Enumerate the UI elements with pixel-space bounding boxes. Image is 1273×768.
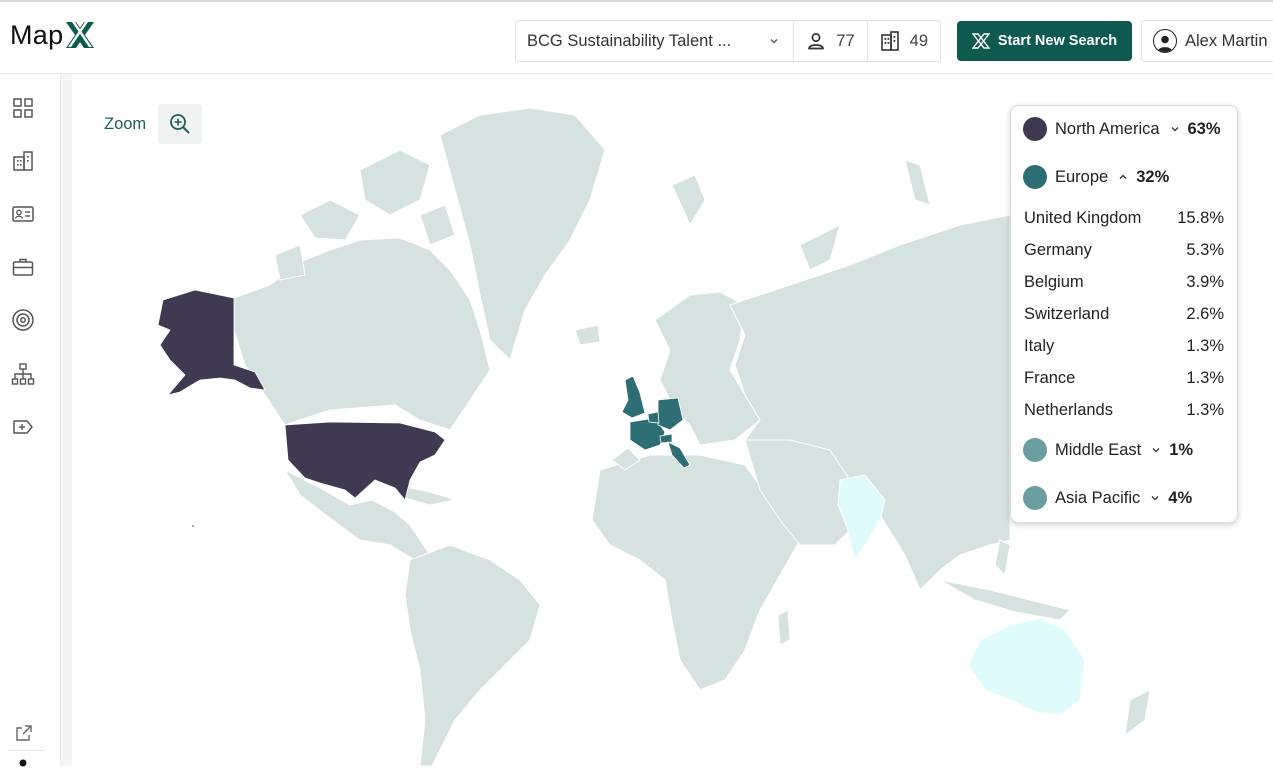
- region-name: North America: [1055, 119, 1160, 138]
- legend-region-north-america[interactable]: North America 63%: [1023, 116, 1221, 142]
- map-uk: [621, 375, 646, 419]
- country-name: Belgium: [1024, 272, 1084, 291]
- logo-x-icon: [66, 22, 95, 48]
- region-percentage: 32%: [1136, 167, 1170, 186]
- briefcase-icon[interactable]: [11, 255, 35, 279]
- country-percentage: 5.3%: [1186, 240, 1224, 259]
- list-item: United Kingdom 15.8%: [1024, 207, 1224, 229]
- region-legend: North America 63% Europe 32% United King…: [1010, 105, 1238, 523]
- avatar: [1153, 29, 1177, 53]
- legend-dot: [1023, 486, 1047, 510]
- saved-search-selector: BCG Sustainability Talent ... 77 49: [515, 20, 941, 62]
- chevron-down-icon: [1152, 448, 1160, 453]
- list-item: France 1.3%: [1024, 367, 1224, 389]
- country-percentage: 2.6%: [1186, 304, 1224, 323]
- country-name: United Kingdom: [1024, 208, 1142, 227]
- chevron-up-icon: [1119, 174, 1127, 179]
- country-name: France: [1024, 368, 1076, 387]
- search-dropdown-label: BCG Sustainability Talent ...: [527, 31, 732, 50]
- legend-dot: [1023, 117, 1047, 141]
- map-germany: [657, 397, 684, 431]
- region-name: Europe: [1055, 167, 1109, 186]
- region-percentage: 1%: [1169, 440, 1194, 459]
- map-canada: [233, 237, 491, 431]
- map-australia: [967, 617, 1086, 716]
- legend-region-europe[interactable]: Europe 32%: [1023, 164, 1169, 190]
- person-icon: [808, 33, 825, 50]
- country-name: Italy: [1024, 336, 1055, 355]
- country-percentage: 1.3%: [1186, 400, 1224, 419]
- sidebar-gutter: [61, 74, 72, 766]
- user-menu[interactable]: Alex Martin: [1141, 20, 1273, 62]
- country-percentage: 15.8%: [1177, 208, 1224, 227]
- building-icon: [880, 31, 899, 51]
- zoom-in-button[interactable]: [158, 104, 203, 144]
- zoom-control: Zoom: [104, 104, 203, 144]
- chevron-down-icon: [1171, 127, 1179, 132]
- region-name: Asia Pacific: [1055, 488, 1141, 507]
- start-new-search-button[interactable]: Start New Search: [957, 21, 1132, 61]
- legend-region-asia-pacific[interactable]: Asia Pacific 4%: [1023, 485, 1192, 511]
- company-count-value: 49: [909, 31, 928, 50]
- start-new-search-label: Start New Search: [997, 33, 1118, 49]
- zoom-in-icon: [170, 114, 190, 134]
- chevron-down-icon: [1151, 496, 1159, 501]
- country-percentage: 3.9%: [1186, 272, 1224, 291]
- people-count[interactable]: 77: [794, 21, 868, 61]
- x-logo-icon: [971, 33, 990, 49]
- legend-dot: [1023, 165, 1047, 189]
- country-percentage: 1.3%: [1186, 336, 1224, 355]
- list-item: Belgium 3.9%: [1024, 271, 1224, 293]
- list-item: Italy 1.3%: [1024, 335, 1224, 357]
- zoom-label: Zoom: [104, 114, 147, 133]
- logo-text: Map: [10, 19, 64, 50]
- org-chart-icon[interactable]: [11, 362, 35, 386]
- legend-region-middle-east[interactable]: Middle East 1%: [1023, 437, 1193, 463]
- chevron-down-icon: [770, 39, 778, 44]
- user-avatar-icon: [1157, 35, 1173, 52]
- search-dropdown[interactable]: BCG Sustainability Talent ...: [516, 21, 795, 61]
- map-south-america: [404, 544, 541, 766]
- region-percentage: 4%: [1168, 488, 1193, 507]
- contact-card-icon[interactable]: [11, 202, 35, 226]
- top-header: Map BCG Sustainability Talent ... 77 49 …: [0, 0, 1273, 74]
- grid-icon[interactable]: [11, 96, 35, 120]
- target-icon[interactable]: [11, 308, 35, 332]
- country-name: Switzerland: [1024, 304, 1110, 323]
- map-belgium: [647, 411, 660, 424]
- region-percentage: 63%: [1187, 119, 1221, 138]
- tag-icon[interactable]: [11, 415, 35, 439]
- user-name: Alex Martin: [1185, 31, 1268, 50]
- legend-dot: [1023, 438, 1047, 462]
- list-item: Germany 5.3%: [1024, 239, 1224, 261]
- country-name: Netherlands: [1024, 400, 1113, 419]
- country-name: Germany: [1024, 240, 1092, 259]
- app-logo[interactable]: Map: [10, 18, 96, 52]
- company-count[interactable]: 49: [868, 21, 940, 61]
- user-icon[interactable]: [16, 758, 30, 768]
- sidebar-divider: [8, 750, 44, 751]
- country-percentage: 1.3%: [1186, 368, 1224, 387]
- people-count-value: 77: [836, 31, 855, 50]
- building-icon[interactable]: [11, 149, 35, 173]
- list-item: Netherlands 1.3%: [1024, 399, 1224, 421]
- left-sidebar: [0, 74, 61, 768]
- list-item: Switzerland 2.6%: [1024, 303, 1224, 325]
- map-switzerland: [659, 433, 673, 444]
- region-name: Middle East: [1055, 440, 1142, 459]
- external-link-icon[interactable]: [14, 723, 34, 743]
